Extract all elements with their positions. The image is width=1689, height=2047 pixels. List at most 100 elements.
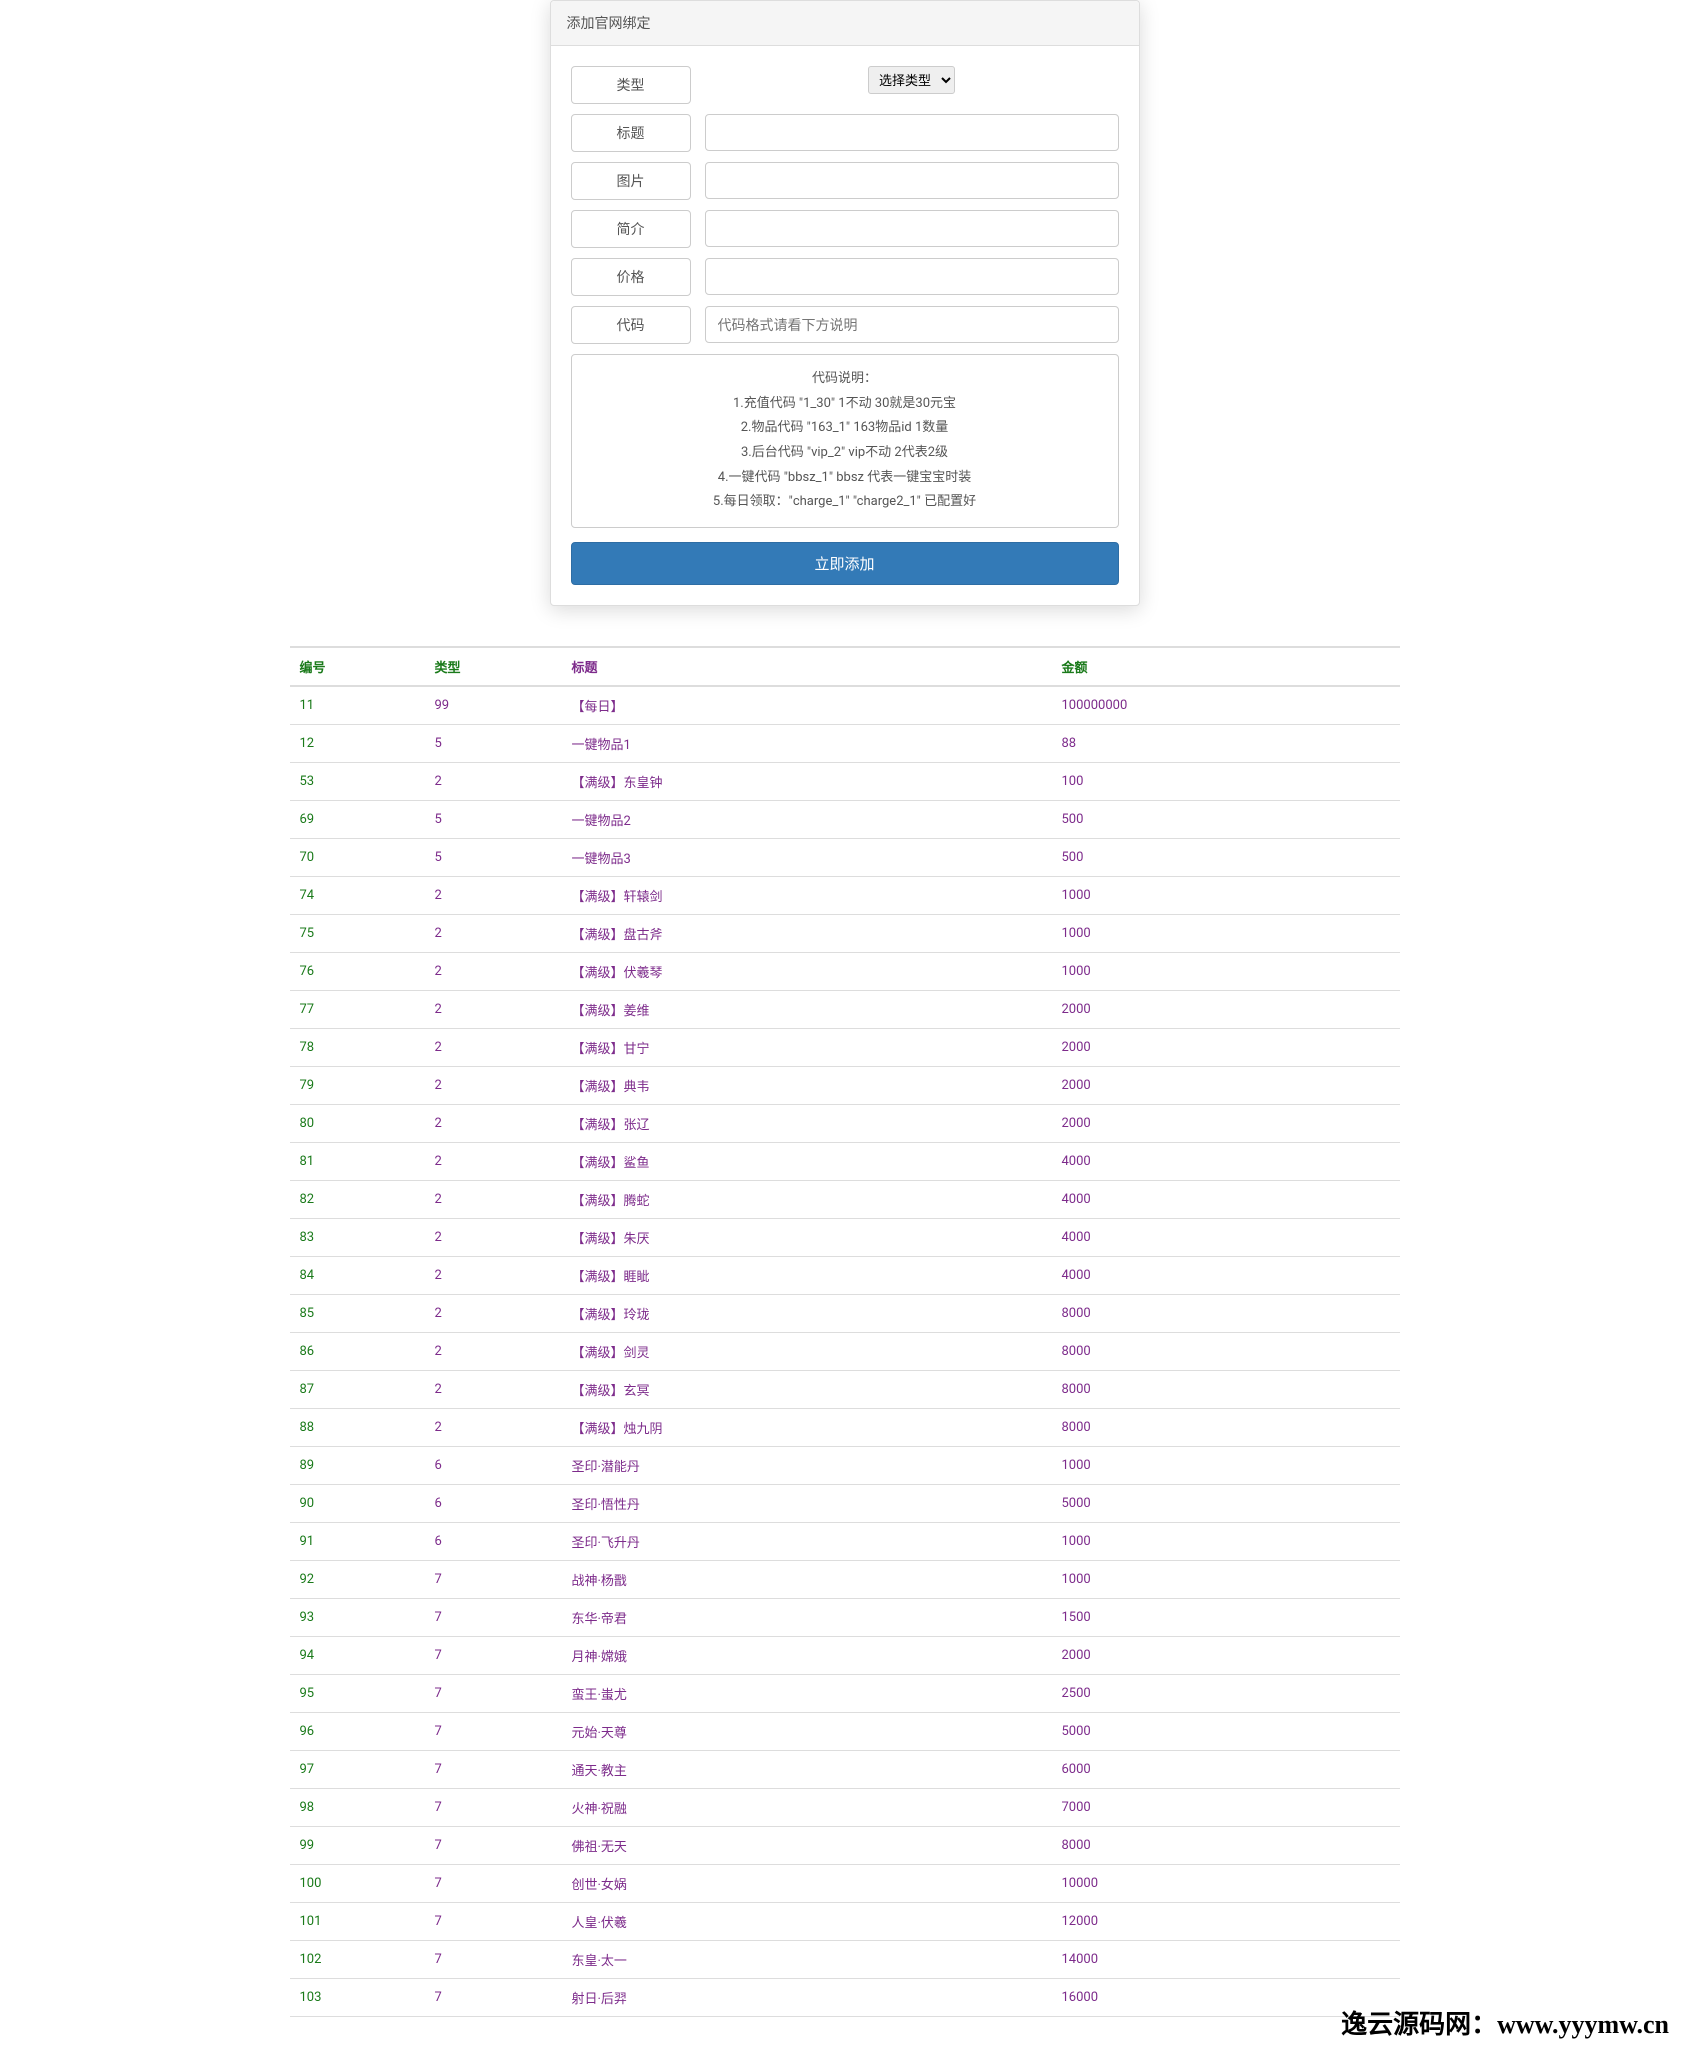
cell-amount: 4000 [1052,1219,1400,1257]
cell-amount: 5000 [1052,1713,1400,1751]
cell-id: 53 [290,763,425,801]
cell-title: 战神·杨戬 [562,1561,1052,1599]
cell-type: 7 [425,1675,562,1713]
price-input[interactable] [705,258,1119,295]
cell-title: 创世·女娲 [562,1865,1052,1903]
table-row[interactable]: 812【满级】鲨鱼4000 [290,1143,1400,1181]
table-row[interactable]: 977通天·教主6000 [290,1751,1400,1789]
table-row[interactable]: 742【满级】轩辕剑1000 [290,877,1400,915]
table-row[interactable]: 882【满级】烛九阴8000 [290,1409,1400,1447]
cell-type: 7 [425,1827,562,1865]
cell-amount: 8000 [1052,1827,1400,1865]
cell-title: 一键物品3 [562,839,1052,877]
cell-amount: 500 [1052,839,1400,877]
cell-title: 射日·后羿 [562,1979,1052,2017]
cell-title: 一键物品2 [562,801,1052,839]
table-row[interactable]: 532【满级】东皇钟100 [290,763,1400,801]
table-row[interactable]: 852【满级】玲珑8000 [290,1295,1400,1333]
cell-amount: 2000 [1052,1637,1400,1675]
cell-title: 东皇·太一 [562,1941,1052,1979]
cell-type: 7 [425,1713,562,1751]
table-row[interactable]: 832【满级】朱厌4000 [290,1219,1400,1257]
cell-type: 7 [425,1637,562,1675]
cell-id: 82 [290,1181,425,1219]
cell-type: 2 [425,1219,562,1257]
help-line-1: 1.充值代码 "1_30" 1不动 30就是30元宝 [584,392,1106,417]
label-code: 代码 [571,306,691,344]
cell-amount: 5000 [1052,1485,1400,1523]
cell-id: 89 [290,1447,425,1485]
table-row[interactable]: 705一键物品3500 [290,839,1400,877]
table-row[interactable]: 1027东皇·太一14000 [290,1941,1400,1979]
title-input[interactable] [705,114,1119,151]
table-row[interactable]: 987火神·祝融7000 [290,1789,1400,1827]
cell-title: 【满级】盘古斧 [562,915,1052,953]
cell-amount: 1000 [1052,877,1400,915]
cell-amount: 2000 [1052,991,1400,1029]
table-row[interactable]: 872【满级】玄冥8000 [290,1371,1400,1409]
table-row[interactable]: 822【满级】腾蛇4000 [290,1181,1400,1219]
cell-id: 100 [290,1865,425,1903]
cell-amount: 2000 [1052,1029,1400,1067]
cell-type: 6 [425,1447,562,1485]
table-row[interactable]: 927战神·杨戬1000 [290,1561,1400,1599]
cell-type: 7 [425,1941,562,1979]
cell-id: 97 [290,1751,425,1789]
th-type: 类型 [425,647,562,686]
cell-type: 2 [425,1181,562,1219]
table-row[interactable]: 1037射日·后羿16000 [290,1979,1400,2017]
cell-type: 7 [425,1599,562,1637]
th-amount: 金额 [1052,647,1400,686]
cell-title: 人皇·伏羲 [562,1903,1052,1941]
intro-input[interactable] [705,210,1119,247]
cell-id: 98 [290,1789,425,1827]
help-heading: 代码说明： [584,367,1106,392]
cell-type: 2 [425,1067,562,1105]
cell-type: 6 [425,1485,562,1523]
table-row[interactable]: 906圣印·悟性丹5000 [290,1485,1400,1523]
label-type: 类型 [571,66,691,104]
table-row[interactable]: 842【满级】睚眦4000 [290,1257,1400,1295]
table-row[interactable]: 802【满级】张辽2000 [290,1105,1400,1143]
submit-button[interactable]: 立即添加 [571,542,1119,585]
cell-title: 【满级】姜维 [562,991,1052,1029]
table-row[interactable]: 772【满级】姜维2000 [290,991,1400,1029]
type-select[interactable]: 选择类型 [868,66,955,94]
table-row[interactable]: 792【满级】典韦2000 [290,1067,1400,1105]
label-price: 价格 [571,258,691,296]
table-row[interactable]: 967元始·天尊5000 [290,1713,1400,1751]
cell-id: 74 [290,877,425,915]
table-row[interactable]: 1199【每日】100000000 [290,686,1400,725]
table-row[interactable]: 916圣印·飞升丹1000 [290,1523,1400,1561]
cell-id: 99 [290,1827,425,1865]
cell-id: 81 [290,1143,425,1181]
table-row[interactable]: 782【满级】甘宁2000 [290,1029,1400,1067]
cell-title: 【满级】典韦 [562,1067,1052,1105]
table-row[interactable]: 1017人皇·伏羲12000 [290,1903,1400,1941]
table-row[interactable]: 957蛮王·蚩尤2500 [290,1675,1400,1713]
table-row[interactable]: 862【满级】剑灵8000 [290,1333,1400,1371]
cell-type: 2 [425,1333,562,1371]
table-row[interactable]: 1007创世·女娲10000 [290,1865,1400,1903]
cell-amount: 2000 [1052,1067,1400,1105]
image-input[interactable] [705,162,1119,199]
table-row[interactable]: 997佛祖·无天8000 [290,1827,1400,1865]
code-input[interactable] [705,306,1119,343]
cell-id: 78 [290,1029,425,1067]
table-row[interactable]: 695一键物品2500 [290,801,1400,839]
table-row[interactable]: 947月神·嫦娥2000 [290,1637,1400,1675]
cell-id: 12 [290,725,425,763]
cell-amount: 88 [1052,725,1400,763]
cell-amount: 8000 [1052,1371,1400,1409]
table-row[interactable]: 762【满级】伏羲琴1000 [290,953,1400,991]
cell-amount: 7000 [1052,1789,1400,1827]
table-row[interactable]: 125一键物品188 [290,725,1400,763]
table-row[interactable]: 752【满级】盘古斧1000 [290,915,1400,953]
cell-title: 东华·帝君 [562,1599,1052,1637]
cell-type: 2 [425,1409,562,1447]
cell-type: 2 [425,1029,562,1067]
th-id: 编号 [290,647,425,686]
table-row[interactable]: 896圣印·潜能丹1000 [290,1447,1400,1485]
cell-id: 95 [290,1675,425,1713]
table-row[interactable]: 937东华·帝君1500 [290,1599,1400,1637]
